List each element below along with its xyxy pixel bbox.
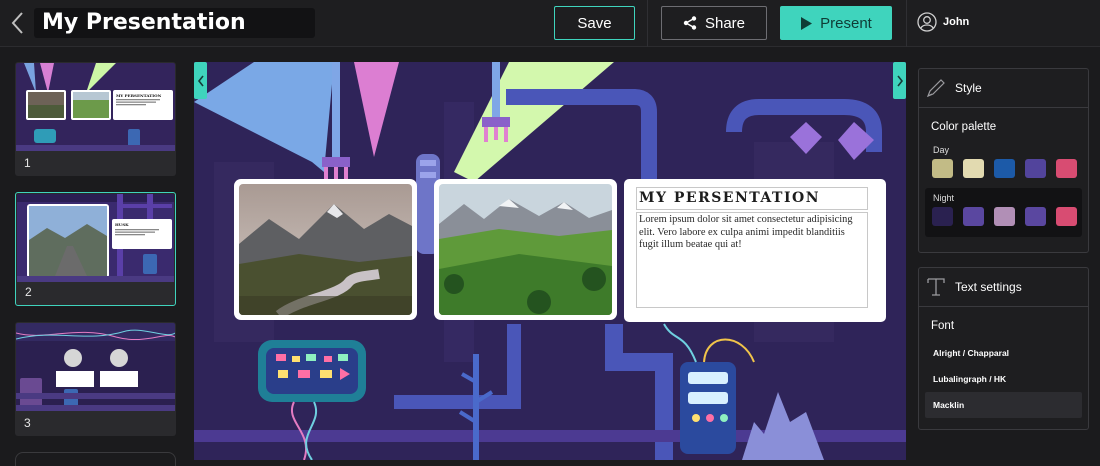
slide-thumbnail-preview: HUSK (17, 194, 174, 282)
slide-thumbnail-1[interactable]: MY PERSENTATION 1 (15, 62, 176, 176)
chevron-left-icon (197, 75, 204, 86)
back-button[interactable] (8, 10, 28, 36)
share-icon (683, 16, 697, 30)
user-name: John (943, 16, 970, 28)
slide-number: 2 (25, 285, 32, 299)
divider (647, 0, 648, 47)
collapse-left-panel-button[interactable] (194, 62, 207, 99)
day-swatch-1[interactable] (932, 159, 953, 178)
green-valley-photo (439, 184, 612, 315)
day-swatch-4[interactable] (1025, 159, 1046, 178)
font-option-lubalingraph-hk[interactable]: Lubalingraph / HK (925, 366, 1082, 392)
save-button[interactable]: Save (554, 6, 635, 40)
top-bar: My Presentation Save Share Present John (0, 0, 1100, 47)
night-swatch-4[interactable] (1025, 207, 1046, 226)
chevron-left-icon (11, 12, 23, 34)
font-option-macklin[interactable]: Macklin (925, 392, 1082, 418)
font-option-alright-chapparal[interactable]: Alright / Chapparal (925, 340, 1082, 366)
chevron-right-icon (896, 75, 903, 86)
font-label: Font (931, 320, 955, 332)
style-panel: Style Color palette Day Night (918, 68, 1089, 253)
share-button-label: Share (704, 14, 746, 32)
night-palette-label: Night (933, 193, 955, 203)
collapse-right-panel-button[interactable] (893, 62, 906, 99)
style-panel-header[interactable]: Style (919, 69, 1088, 108)
play-icon (801, 16, 813, 30)
day-swatch-3[interactable] (994, 159, 1015, 178)
slide-thumbnail-preview: MY PERSENTATION (16, 63, 175, 151)
night-palette-group[interactable]: Night (925, 188, 1082, 237)
slide-title[interactable]: MY PERSENTATION (636, 187, 868, 210)
present-button[interactable]: Present (780, 6, 892, 40)
slide-thumbnails: MY PERSENTATION 1 HUSK 2 3 (0, 48, 190, 466)
day-palette (919, 159, 1088, 178)
thumbnail-title: MY PERSENTATION (116, 93, 162, 98)
style-heading: Style (955, 81, 982, 95)
slide-number: 1 (24, 156, 31, 170)
presentation-title[interactable]: My Presentation (34, 8, 315, 38)
day-swatch-5[interactable] (1056, 159, 1077, 178)
slide-image-mountain-river[interactable] (234, 179, 417, 320)
night-swatch-2[interactable] (963, 207, 984, 226)
text-settings-header[interactable]: Text settings (919, 268, 1088, 307)
day-palette-label: Day (933, 145, 950, 155)
slide-thumbnail-preview (16, 323, 175, 411)
brush-icon (926, 79, 945, 98)
text-icon (927, 278, 945, 296)
save-button-label: Save (577, 14, 612, 32)
slide-body-text[interactable]: Lorem ipsum dolor sit amet consectetur a… (636, 212, 868, 308)
night-swatch-5[interactable] (1056, 207, 1077, 226)
slide-thumbnail-4[interactable] (15, 452, 176, 466)
night-swatch-1[interactable] (932, 207, 953, 226)
slide-thumbnail-3[interactable]: 3 (15, 322, 176, 436)
slide-thumbnail-2[interactable]: HUSK 2 (15, 192, 176, 306)
user-avatar-icon (917, 12, 937, 32)
slide-number: 3 (24, 416, 31, 430)
color-palette-label: Color palette (931, 121, 997, 133)
user-menu[interactable]: John (917, 12, 969, 32)
divider (906, 0, 907, 47)
slide-image-green-valley[interactable] (434, 179, 617, 320)
text-settings-panel: Text settings Font Alright / Chapparal L… (918, 267, 1089, 430)
night-palette (925, 207, 1082, 226)
text-settings-heading: Text settings (955, 280, 1022, 294)
thumbnail-title: HUSK (115, 222, 129, 227)
share-button[interactable]: Share (661, 6, 767, 40)
day-swatch-2[interactable] (963, 159, 984, 178)
night-swatch-3[interactable] (994, 207, 1015, 226)
mountain-river-photo (239, 184, 412, 315)
present-button-label: Present (820, 14, 872, 32)
